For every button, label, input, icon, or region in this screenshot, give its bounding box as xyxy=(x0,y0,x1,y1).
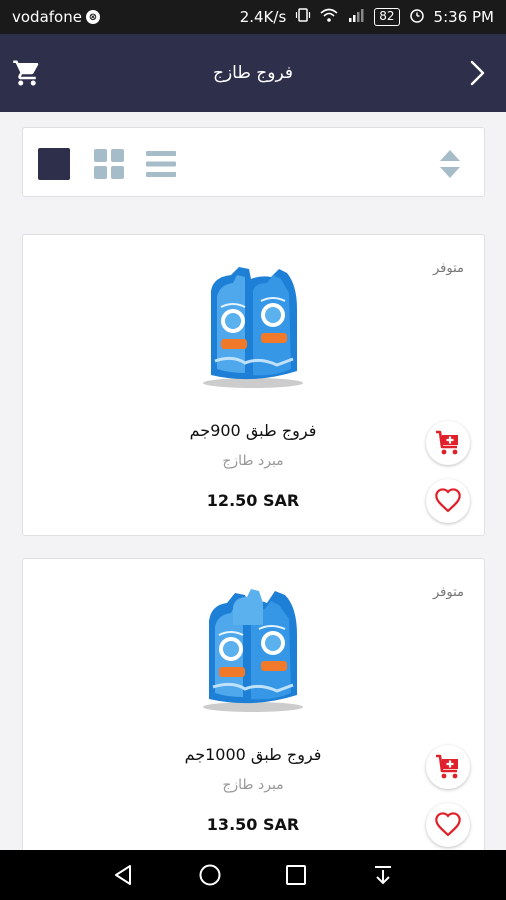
favorite-button[interactable] xyxy=(426,479,470,523)
product-name[interactable]: فروج طبق 900جم xyxy=(143,421,363,440)
heart-icon xyxy=(435,812,461,837)
favorite-button[interactable] xyxy=(426,803,470,847)
alarm-icon xyxy=(409,7,425,27)
list-view-icon xyxy=(146,151,176,177)
vibrate-icon xyxy=(295,7,311,27)
add-to-cart-button[interactable] xyxy=(426,421,470,465)
carrier-name: vodafone xyxy=(12,8,82,26)
availability-label: متوفر xyxy=(433,261,464,276)
grid-view-icon xyxy=(94,149,124,179)
pull-down-icon xyxy=(374,866,391,885)
triangle-back-icon xyxy=(115,865,132,885)
nav-home-button[interactable] xyxy=(197,862,223,888)
view-toolbar xyxy=(22,127,485,197)
cart-button[interactable] xyxy=(12,58,42,88)
heart-icon xyxy=(435,488,461,513)
product-name[interactable]: فروج طبق 1000جم xyxy=(143,745,363,764)
list-view-button[interactable] xyxy=(145,148,177,180)
carrier: vodafone ⊗ xyxy=(12,8,100,26)
sort-button[interactable] xyxy=(438,148,462,180)
product-price: 13.50 SAR xyxy=(206,815,300,834)
status-bar: vodafone ⊗ 2.4K/s 82 5:36 PM xyxy=(0,0,506,34)
shopping-cart-icon xyxy=(13,60,39,86)
grid-view-button[interactable] xyxy=(93,148,125,180)
system-nav-bar xyxy=(0,850,506,900)
back-button[interactable] xyxy=(462,58,492,88)
product-card[interactable]: متوفر فروج طبق 900جم مبرد طازج 12.50 SAR xyxy=(22,234,485,536)
wifi-icon xyxy=(320,7,338,27)
add-to-cart-button[interactable] xyxy=(426,745,470,789)
product-image[interactable] xyxy=(193,585,313,715)
single-view-button[interactable] xyxy=(38,148,70,180)
product-price: 12.50 SAR xyxy=(206,491,300,510)
add-to-cart-icon xyxy=(436,430,458,455)
carrier-badge-icon: ⊗ xyxy=(85,10,100,24)
availability-label: متوفر xyxy=(433,585,464,600)
app-header: فروج طازج xyxy=(0,34,506,112)
page-title: فروج طازج xyxy=(213,63,293,83)
chevron-right-icon xyxy=(470,60,485,86)
nav-recents-button[interactable] xyxy=(283,862,309,888)
product-category: مبرد طازج xyxy=(222,453,284,469)
clock: 5:36 PM xyxy=(433,8,494,26)
network-speed: 2.4K/s xyxy=(239,8,287,26)
product-category: مبرد طازج xyxy=(222,777,284,793)
nav-back-button[interactable] xyxy=(110,862,136,888)
sort-icon xyxy=(440,150,460,178)
square-recents-icon xyxy=(286,865,307,885)
product-image[interactable] xyxy=(193,261,313,391)
nav-notifications-button[interactable] xyxy=(370,862,396,888)
signal-icon xyxy=(347,7,365,27)
add-to-cart-icon xyxy=(436,754,458,779)
product-card[interactable]: متوفر فروج طبق 1000جم مبرد طازج 13.50 SA… xyxy=(22,558,485,860)
battery-icon: 82 xyxy=(374,8,400,26)
circle-home-icon xyxy=(199,864,221,886)
